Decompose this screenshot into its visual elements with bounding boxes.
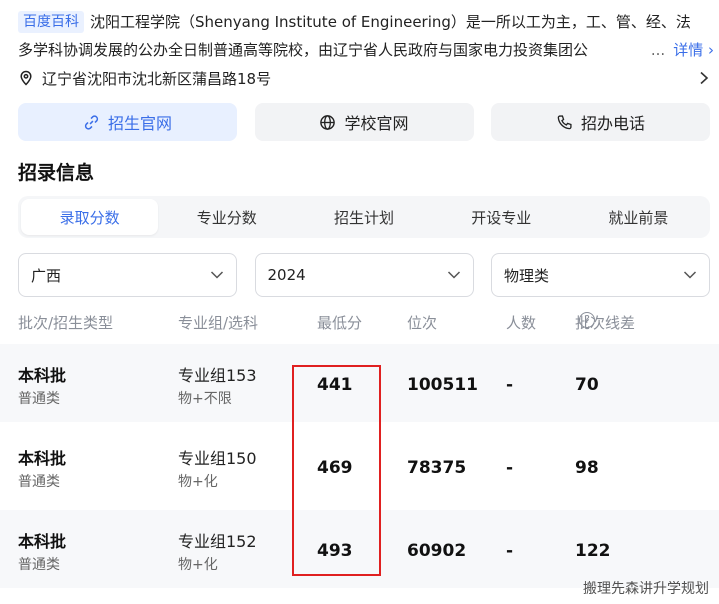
- tab-employment-outlook[interactable]: 就业前景: [570, 199, 707, 235]
- tab-majors-offered[interactable]: 开设专业: [433, 199, 570, 235]
- province-select[interactable]: 广西: [18, 253, 237, 297]
- admissions-site-label: 招生官网: [107, 114, 172, 133]
- tab-major-scores[interactable]: 专业分数: [158, 199, 295, 235]
- chevron-down-icon: [210, 271, 224, 279]
- action-buttons: 招生官网 学校官网 招办电话: [18, 103, 710, 141]
- row-rank: 60902: [407, 541, 467, 561]
- address-text: 辽宁省沈阳市沈北新区蒲昌路18号: [42, 69, 272, 88]
- link-icon: [84, 114, 99, 130]
- row-subjects: 物+不限: [178, 391, 232, 407]
- chevron-down-icon: [683, 271, 697, 279]
- admissions-phone-button[interactable]: 招办电话: [491, 103, 710, 141]
- row-count: -: [506, 458, 514, 478]
- school-intro: 百度百科 沈阳工程学院（Shenyang Institute of Enginee…: [18, 8, 714, 64]
- help-icon[interactable]: ?: [579, 312, 595, 328]
- detail-link[interactable]: 详情 ›: [673, 36, 714, 64]
- admissions-site-button[interactable]: 招生官网: [18, 103, 237, 141]
- baike-source-tag[interactable]: 百度百科: [18, 11, 84, 33]
- row-type: 普通类: [18, 474, 60, 490]
- row-count: -: [506, 541, 514, 561]
- row-type: 普通类: [18, 391, 60, 407]
- admission-tabs: 录取分数 专业分数 招生计划 开设专业 就业前景: [18, 196, 710, 238]
- highlight-annotation-box: [292, 365, 381, 576]
- phone-icon: [557, 114, 572, 129]
- row-batch: 本科批: [18, 366, 67, 385]
- header-min-score: 最低分: [317, 314, 363, 332]
- intro-text-1: 沈阳工程学院（Shenyang Institute of Engineering…: [90, 13, 691, 31]
- tab-enrollment-plan[interactable]: 招生计划: [295, 199, 432, 235]
- row-rank: 78375: [407, 458, 467, 478]
- globe-icon: [320, 114, 336, 130]
- row-batch: 本科批: [18, 449, 67, 468]
- table-header: 批次/招生类型 专业组/选科 最低分 位次 人数 批次线差?: [0, 312, 719, 336]
- chevron-right-icon: [700, 71, 709, 85]
- year-select[interactable]: 2024: [254, 253, 474, 297]
- location-pin-icon: [20, 70, 32, 86]
- filter-row: 广西 2024 物理类: [18, 253, 710, 297]
- detail-arrow-icon: ›: [708, 41, 714, 59]
- intro-text-2: 多学科协调发展的公办全日制普通高等院校，由辽宁省人民政府与国家电力投资集团公: [18, 41, 589, 59]
- row-diff: 122: [575, 541, 611, 561]
- tab-admission-scores[interactable]: 录取分数: [21, 199, 159, 235]
- row-diff: 98: [575, 458, 599, 478]
- admissions-phone-label: 招办电话: [580, 114, 645, 133]
- chevron-down-icon: [447, 271, 460, 279]
- subject-type-value: 物理类: [504, 266, 550, 285]
- address-row[interactable]: 辽宁省沈阳市沈北新区蒲昌路18号: [18, 66, 710, 90]
- province-value: 广西: [31, 266, 62, 285]
- intro-line-1: 百度百科 沈阳工程学院（Shenyang Institute of Enginee…: [18, 8, 714, 36]
- row-batch: 本科批: [18, 532, 67, 551]
- row-type: 普通类: [18, 557, 60, 573]
- watermark: 搬理先森讲升学规划: [583, 581, 709, 597]
- row-rank: 100511: [407, 375, 478, 395]
- row-subjects: 物+化: [178, 474, 218, 490]
- header-batch: 批次/招生类型: [18, 314, 114, 332]
- school-site-label: 学校官网: [344, 114, 409, 133]
- intro-line-2: 多学科协调发展的公办全日制普通高等院校，由辽宁省人民政府与国家电力投资集团公 .…: [18, 36, 714, 64]
- header-rank: 位次: [407, 314, 438, 332]
- year-value: 2024: [267, 266, 306, 284]
- row-group: 专业组150: [178, 449, 257, 468]
- header-count: 人数: [506, 314, 537, 332]
- row-group: 专业组153: [178, 366, 257, 385]
- row-group: 专业组152: [178, 532, 257, 551]
- row-diff: 70: [575, 375, 599, 395]
- row-subjects: 物+化: [178, 557, 218, 573]
- section-title: 招录信息: [18, 162, 95, 184]
- header-group: 专业组/选科: [178, 314, 259, 332]
- school-site-button[interactable]: 学校官网: [254, 103, 474, 141]
- detail-link-label: 详情: [673, 41, 704, 59]
- intro-ellipsis: ...: [650, 41, 666, 59]
- row-count: -: [506, 375, 514, 395]
- subject-type-select[interactable]: 物理类: [491, 253, 710, 297]
